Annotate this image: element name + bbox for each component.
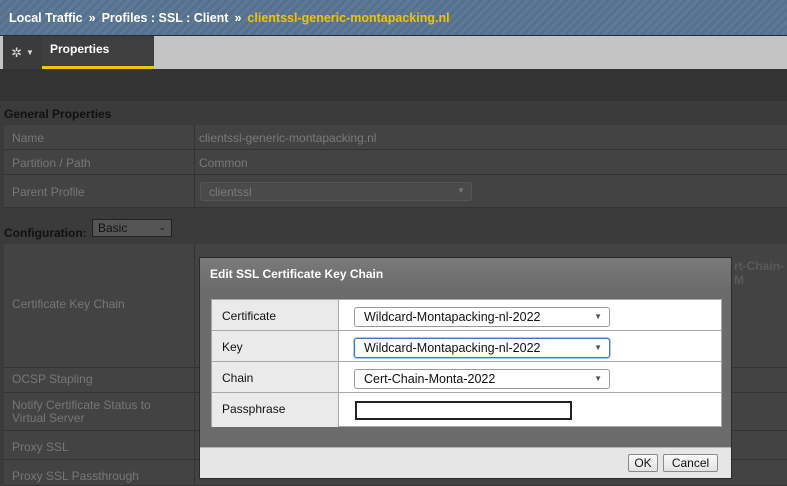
certificate-select[interactable]: Wildcard-Montapacking-nl-2022 ▼ bbox=[354, 307, 610, 327]
column-divider bbox=[194, 175, 195, 207]
configuration-mode-value: Basic bbox=[98, 221, 128, 235]
column-divider bbox=[194, 393, 195, 430]
parent-profile-select[interactable]: clientssl ▼ bbox=[200, 182, 472, 201]
chevron-down-icon: ⌄ bbox=[158, 222, 166, 232]
column-divider bbox=[194, 150, 195, 174]
key-label: Key bbox=[212, 331, 339, 361]
tab-properties[interactable]: Properties bbox=[42, 36, 154, 69]
chain-select[interactable]: Cert-Chain-Monta-2022 ▼ bbox=[354, 369, 610, 389]
chevron-down-icon: ▼ bbox=[594, 312, 602, 321]
parent-profile-label: Parent Profile bbox=[12, 185, 85, 199]
notify-cert-status-label: Notify Certificate Status to Virtual Ser… bbox=[12, 399, 151, 425]
chevron-down-icon: ▼ bbox=[594, 374, 602, 383]
background-chain-fragment: rt-Chain-M bbox=[734, 259, 784, 287]
proxy-ssl-passthrough-label: Proxy SSL Passthrough bbox=[12, 469, 139, 483]
proxy-ssl-label: Proxy SSL bbox=[12, 440, 69, 454]
passphrase-row: Passphrase bbox=[212, 393, 721, 427]
chevron-down-icon: ▼ bbox=[457, 186, 465, 195]
chevron-down-icon: ▼ bbox=[594, 343, 602, 352]
edit-ssl-cert-key-chain-dialog: Edit SSL Certificate Key Chain Certifica… bbox=[199, 257, 732, 479]
configuration-mode-select[interactable]: Basic ⌄ bbox=[92, 219, 172, 237]
chain-row: Chain Cert-Chain-Monta-2022 ▼ bbox=[212, 362, 721, 393]
breadcrumb-separator: » bbox=[234, 10, 242, 25]
gear-icon: ✲ bbox=[11, 44, 22, 60]
column-divider bbox=[194, 431, 195, 459]
key-row: Key Wildcard-Montapacking-nl-2022 ▼ bbox=[212, 331, 721, 362]
breadcrumb-separator: » bbox=[88, 10, 96, 25]
column-divider bbox=[194, 368, 195, 392]
breadcrumb: Local Traffic » Profiles : SSL : Client … bbox=[0, 0, 787, 36]
ocsp-stapling-label: OCSP Stapling bbox=[12, 372, 93, 386]
passphrase-label: Passphrase bbox=[212, 393, 339, 427]
key-select[interactable]: Wildcard-Montapacking-nl-2022 ▼ bbox=[354, 338, 610, 358]
notify-label-line2: Virtual Server bbox=[12, 411, 85, 425]
general-properties-heading: General Properties bbox=[4, 107, 112, 121]
cert-key-chain-label: Certificate Key Chain bbox=[12, 297, 125, 311]
chevron-down-icon: ▼ bbox=[25, 48, 34, 57]
passphrase-input[interactable] bbox=[355, 401, 572, 420]
chain-label: Chain bbox=[212, 362, 339, 392]
dialog-footer: OK Cancel bbox=[200, 447, 731, 478]
column-divider bbox=[194, 125, 195, 149]
name-value: clientssl-generic-montapacking.nl bbox=[199, 131, 377, 145]
breadcrumb-local-traffic[interactable]: Local Traffic bbox=[9, 11, 83, 25]
dialog-form-table: Certificate Wildcard-Montapacking-nl-202… bbox=[211, 299, 722, 427]
tab-bar: ✲ ▼ Properties bbox=[0, 36, 787, 69]
breadcrumb-current: clientssl-generic-montapacking.nl bbox=[247, 10, 450, 25]
partition-label: Partition / Path bbox=[12, 156, 91, 170]
partition-value: Common bbox=[199, 156, 248, 170]
certificate-row: Certificate Wildcard-Montapacking-nl-202… bbox=[212, 300, 721, 331]
spacer-band bbox=[0, 69, 787, 101]
column-divider bbox=[194, 460, 195, 485]
certificate-label: Certificate bbox=[212, 300, 339, 330]
table-row: Name clientssl-generic-montapacking.nl bbox=[4, 125, 787, 150]
dialog-title: Edit SSL Certificate Key Chain bbox=[200, 258, 731, 290]
configuration-heading: Configuration: bbox=[4, 226, 87, 240]
table-row: Partition / Path Common bbox=[4, 150, 787, 175]
certificate-value: Wildcard-Montapacking-nl-2022 bbox=[364, 310, 541, 324]
gear-menu-button[interactable]: ✲ ▼ bbox=[3, 36, 42, 69]
chain-value: Cert-Chain-Monta-2022 bbox=[364, 372, 496, 386]
column-divider bbox=[194, 244, 195, 367]
cancel-button[interactable]: Cancel bbox=[663, 454, 718, 472]
name-label: Name bbox=[12, 131, 45, 145]
key-value: Wildcard-Montapacking-nl-2022 bbox=[364, 341, 541, 355]
breadcrumb-profiles-ssl-client[interactable]: Profiles : SSL : Client bbox=[102, 11, 229, 25]
table-row: Parent Profile clientssl ▼ bbox=[4, 175, 787, 208]
parent-profile-value: clientssl bbox=[209, 185, 252, 199]
ok-button[interactable]: OK bbox=[628, 454, 658, 472]
